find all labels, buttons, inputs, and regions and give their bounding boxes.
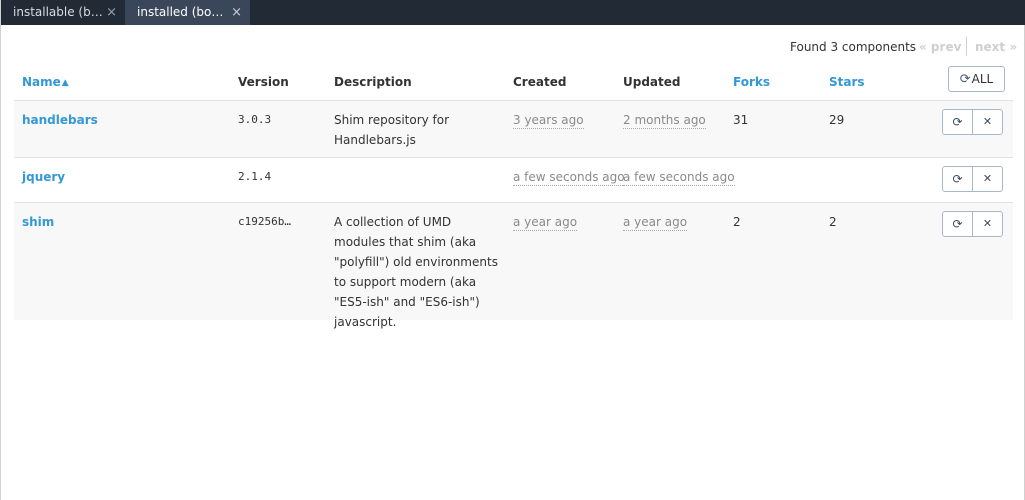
tab-close-icon[interactable]: × <box>106 0 117 25</box>
refresh-button[interactable]: ⟳ <box>942 211 973 237</box>
close-icon: ✕ <box>982 172 993 185</box>
component-version: c19256b… <box>238 215 291 228</box>
table-header: Name▲ Version Description Created Update… <box>14 60 1013 101</box>
header-description: Description <box>334 75 412 89</box>
updated-time: a few seconds ago <box>623 170 735 186</box>
created-time: 3 years ago <box>513 113 584 129</box>
results-summary: Found 3 components <box>790 40 917 54</box>
component-name-link[interactable]: handlebars <box>22 110 98 130</box>
tab-installable[interactable]: installable (b… × <box>1 0 125 25</box>
component-description: Shim repository for Handlebars.js <box>334 113 450 147</box>
tab-bar: installable (b… × installed (bo… × <box>1 0 1025 25</box>
tab-label: installed (bo… <box>137 5 224 19</box>
component-stars: 2 <box>829 215 837 229</box>
close-icon: ✕ <box>982 217 993 230</box>
table-row: shim c19256b… A collection of UMD module… <box>14 203 1013 329</box>
pager-divider <box>966 37 967 56</box>
updated-time: 2 months ago <box>623 113 706 129</box>
refresh-all-button[interactable]: ⟳ALL <box>948 66 1005 92</box>
component-forks: 2 <box>733 215 741 229</box>
refresh-button[interactable]: ⟳ <box>942 166 973 192</box>
next-page-link[interactable]: next » <box>975 40 1017 54</box>
updated-time: a year ago <box>623 215 688 231</box>
refresh-icon: ⟳ <box>959 72 971 87</box>
component-stars: 29 <box>829 113 845 127</box>
remove-button[interactable]: ✕ <box>972 211 1003 237</box>
prev-page-link[interactable]: « prev <box>919 40 961 54</box>
components-table: Name▲ Version Description Created Update… <box>14 60 1013 329</box>
refresh-icon: ⟳ <box>952 115 963 129</box>
header-created: Created <box>513 75 567 89</box>
component-updated: 2 months ago <box>623 110 706 130</box>
created-time: a few seconds ago <box>513 170 625 186</box>
component-description: A collection of UMD modules that shim (a… <box>334 215 498 329</box>
tab-label: installable (b… <box>13 5 103 19</box>
refresh-icon: ⟳ <box>952 217 963 231</box>
header-version: Version <box>238 75 289 89</box>
header-name-label: Name <box>22 75 61 89</box>
component-updated: a few seconds ago <box>623 167 735 187</box>
table-row: handlebars 3.0.3 Shim repository for Han… <box>14 101 1013 158</box>
table-row: jquery 2.1.4 a few seconds ago a few sec… <box>14 158 1013 203</box>
component-version: 3.0.3 <box>238 113 272 126</box>
header-forks[interactable]: Forks <box>733 75 770 89</box>
component-name-link[interactable]: shim <box>22 212 54 232</box>
tab-close-icon[interactable]: × <box>231 0 242 25</box>
component-created: a few seconds ago <box>513 167 625 187</box>
component-name-link[interactable]: jquery <box>22 167 65 187</box>
refresh-icon: ⟳ <box>952 172 963 186</box>
component-created: 3 years ago <box>513 110 584 130</box>
refresh-button[interactable]: ⟳ <box>942 109 973 135</box>
component-forks: 31 <box>733 113 749 127</box>
tab-installed[interactable]: installed (bo… × <box>125 0 250 25</box>
header-name[interactable]: Name▲ <box>22 75 69 89</box>
header-updated: Updated <box>623 75 681 89</box>
close-icon: ✕ <box>982 115 993 128</box>
component-updated: a year ago <box>623 212 688 232</box>
component-version: 2.1.4 <box>238 170 272 183</box>
app-frame: installable (b… × installed (bo… × Found… <box>0 0 1025 500</box>
refresh-all-label: ALL <box>971 72 994 86</box>
component-created: a year ago <box>513 212 578 232</box>
remove-button[interactable]: ✕ <box>972 166 1003 192</box>
created-time: a year ago <box>513 215 578 231</box>
header-stars[interactable]: Stars <box>829 75 865 89</box>
remove-button[interactable]: ✕ <box>972 109 1003 135</box>
sort-asc-icon: ▲ <box>61 78 69 88</box>
